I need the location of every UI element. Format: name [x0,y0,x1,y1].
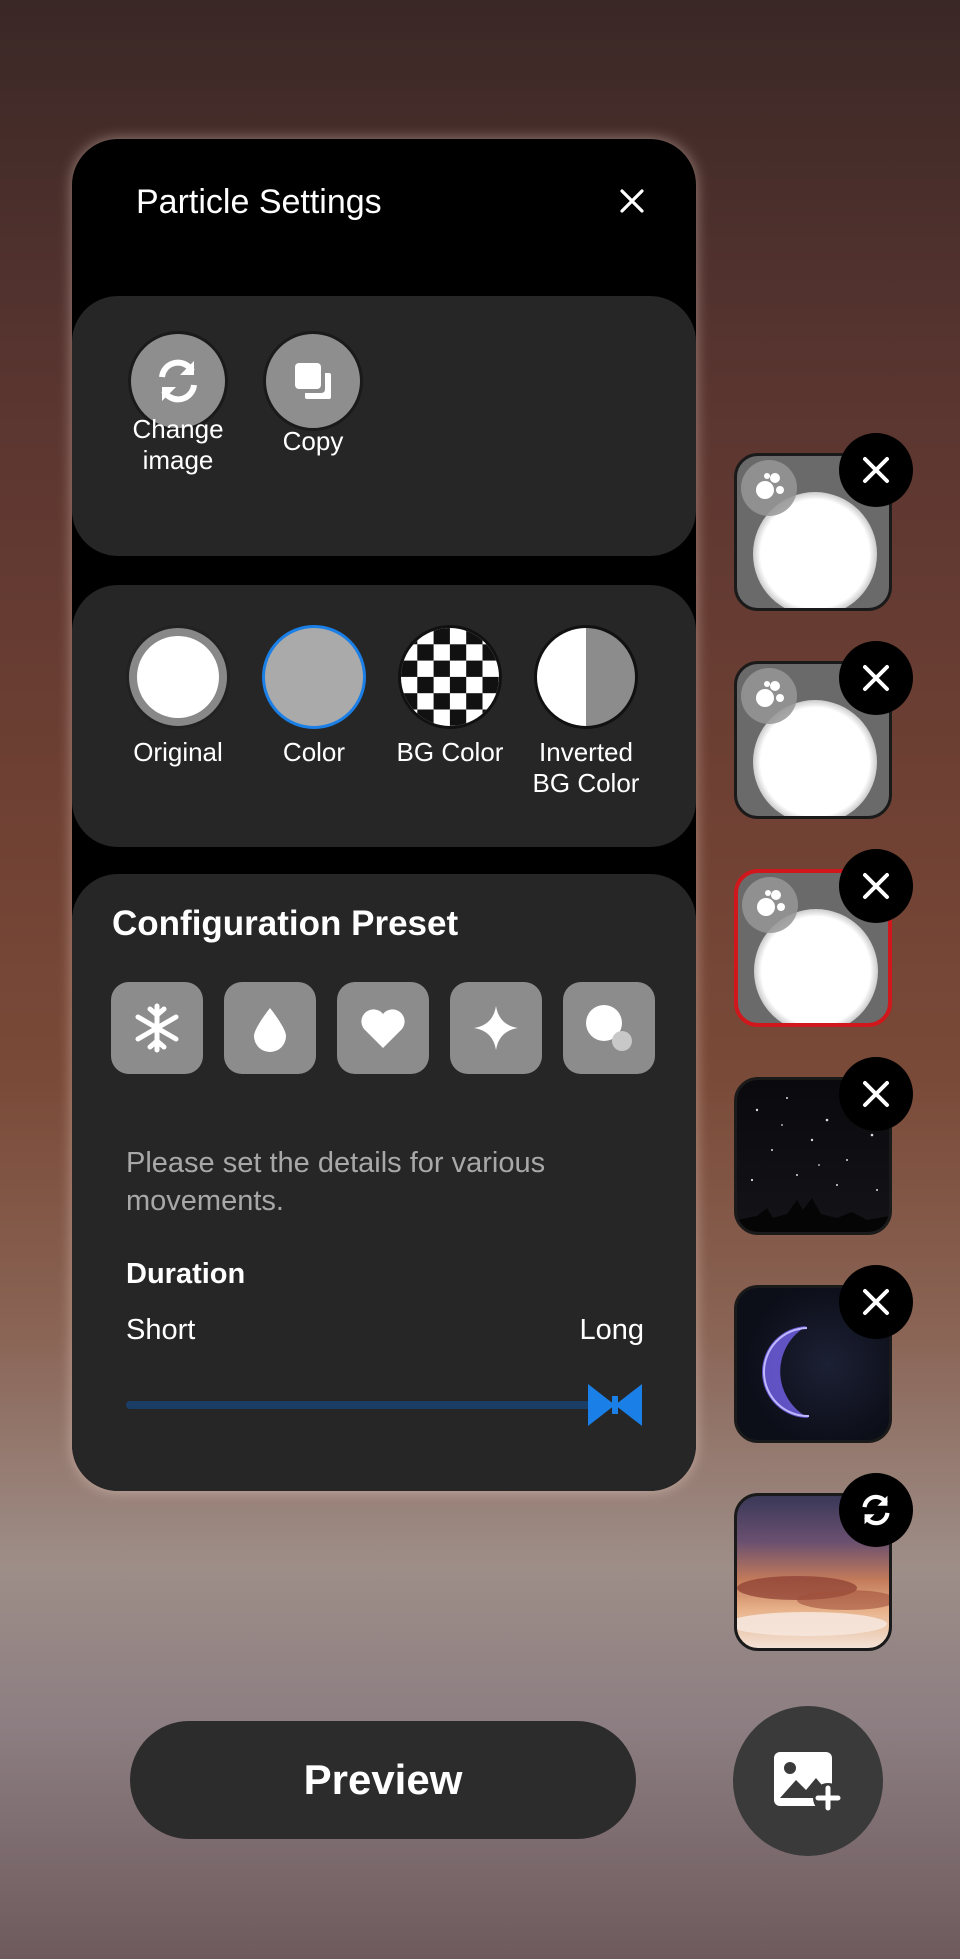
duration-slider-track[interactable] [126,1401,596,1409]
checkerboard-icon [401,628,499,726]
particle-dots-icon [741,460,797,516]
remove-layer-button[interactable] [839,1265,913,1339]
preset-heart-button[interactable] [337,982,429,1074]
close-icon [863,665,889,691]
copy-button[interactable] [263,331,363,431]
remove-layer-button[interactable] [839,433,913,507]
add-image-icon [774,1752,843,1813]
configuration-title: Configuration Preset [112,904,459,943]
preset-bubble-button[interactable] [563,982,655,1074]
original-label: Original [133,737,223,767]
duration-long-label: Long [579,1314,644,1346]
duration-short-label: Short [126,1314,196,1346]
actions-card: Change image Copy [72,296,696,556]
copy-icon [295,363,331,399]
snowflake-icon [135,1003,179,1053]
replace-image-button[interactable] [839,1473,913,1547]
particle-settings-panel: Particle Settings Change image Copy Orig… [72,139,696,1491]
inverted-swatch[interactable] [534,625,638,729]
style-card: Original Color BG Color Inverted BG Colo… [72,585,696,847]
close-icon[interactable] [610,179,654,223]
remove-layer-button[interactable] [839,1057,913,1131]
checkerboard-swatch[interactable] [398,625,502,729]
refresh-icon [862,1494,890,1526]
remove-layer-button[interactable] [839,641,913,715]
close-icon [863,1289,889,1315]
particle-dots-icon [742,877,798,933]
droplet-icon [254,1008,286,1052]
duration-slider-thumb[interactable] [586,1382,644,1428]
heart-icon [361,1009,405,1048]
preset-snowflake-button[interactable] [111,982,203,1074]
sparkle-icon [474,1006,518,1050]
particle-dots-icon [741,668,797,724]
configuration-card: Configuration Preset Please set the deta… [72,874,696,1491]
original-swatch[interactable] [126,625,230,729]
add-image-button[interactable] [733,1706,883,1856]
panel-title: Particle Settings [136,183,382,221]
close-icon [863,1081,889,1107]
configuration-description: Please set the details for various movem… [126,1147,546,1217]
color-swatch[interactable] [262,625,366,729]
refresh-icon [159,359,197,403]
inverted-bg-color-label: Inverted BG Color [532,737,640,798]
close-icon [863,457,889,483]
bubble-icon [586,1005,632,1051]
preset-droplet-button[interactable] [224,982,316,1074]
close-icon [863,873,889,899]
change-image-label: Change image [132,414,224,475]
color-label: Color [282,737,346,767]
copy-label: Copy [282,426,344,456]
preview-button[interactable]: Preview [130,1721,636,1839]
preset-sparkle-button[interactable] [450,982,542,1074]
duration-label: Duration [126,1258,246,1290]
remove-layer-button[interactable] [839,849,913,923]
bg-color-label: BG Color [396,737,504,767]
